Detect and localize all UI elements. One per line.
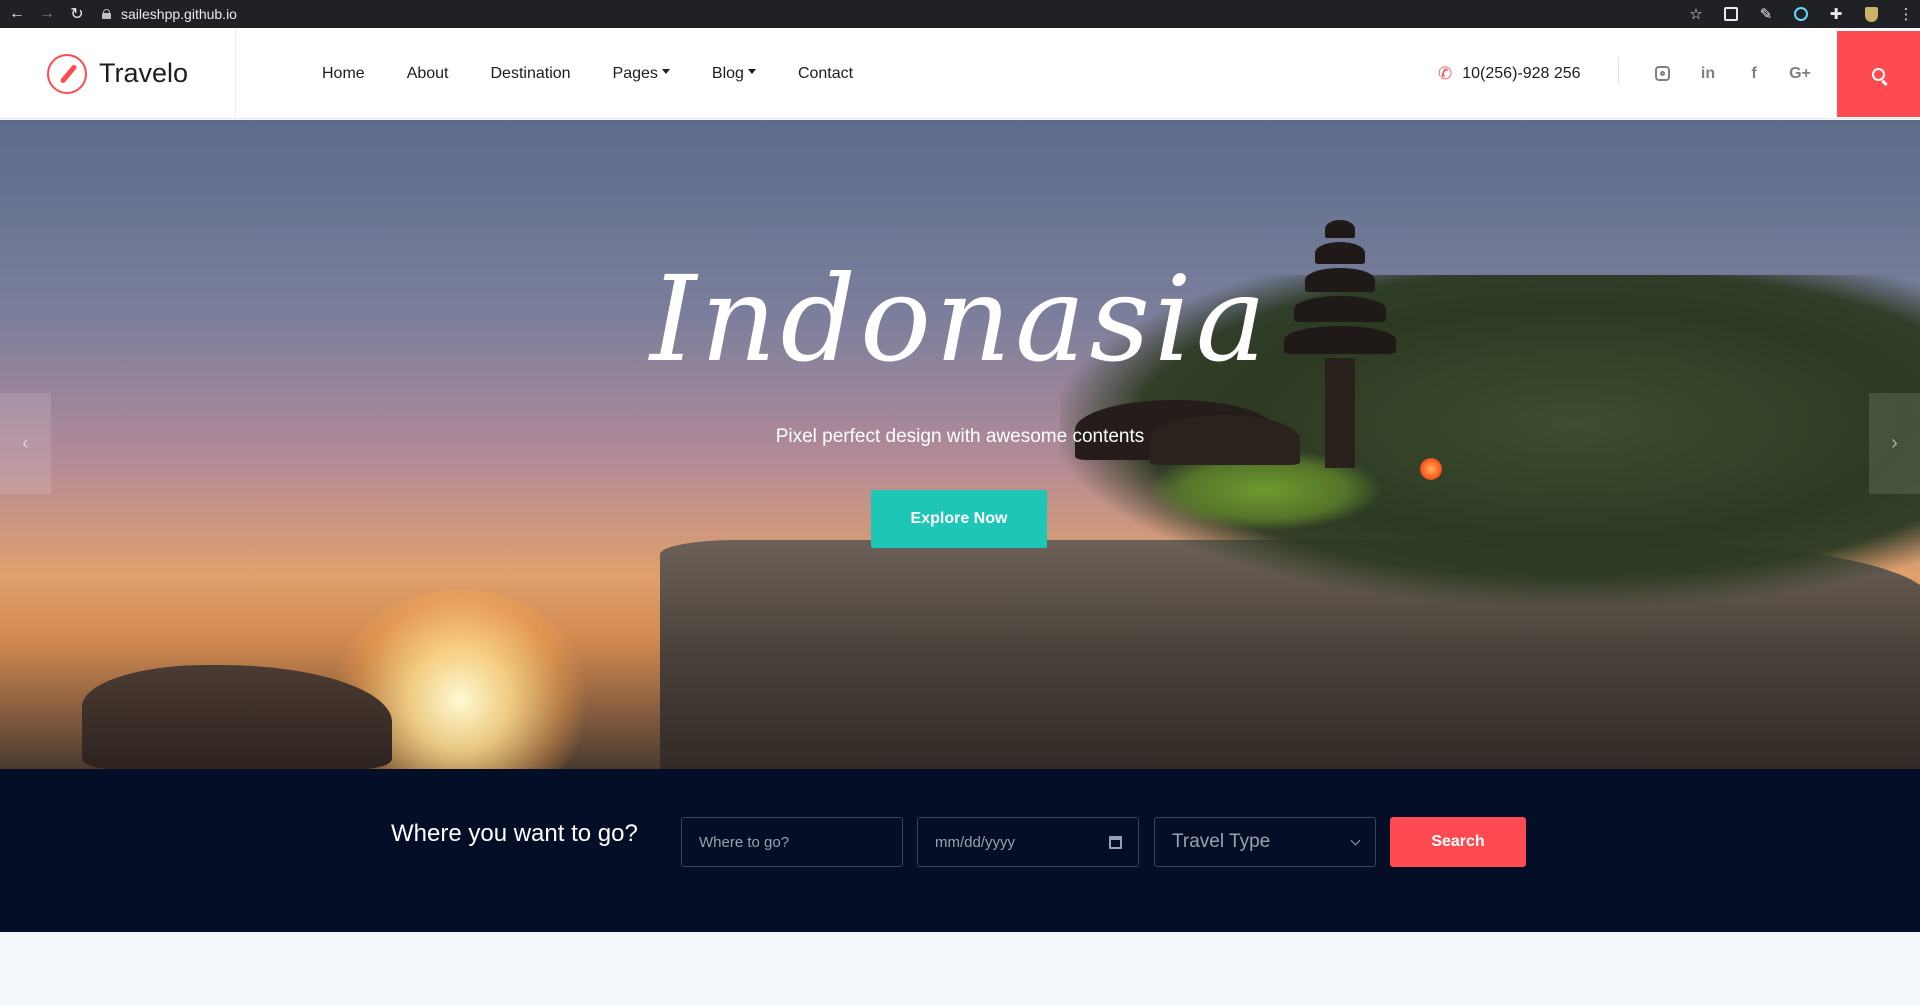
- hero-lamp: [1420, 458, 1442, 480]
- reload-icon[interactable]: ↻: [64, 0, 90, 28]
- nav-blog-label: Blog: [711, 64, 744, 82]
- nav-blog[interactable]: Blog: [712, 65, 756, 83]
- header-divider: [1618, 58, 1619, 84]
- caret-down-icon: [661, 68, 670, 74]
- slider-prev-button[interactable]: ‹: [0, 393, 51, 494]
- phone-icon: ✆: [1438, 63, 1453, 83]
- site-header: Travelo Home About Destination Pages Blo…: [0, 28, 1920, 119]
- hero-subtitle: Pixel perfect design with awesome conten…: [775, 426, 1145, 447]
- qr-extension-icon[interactable]: [1717, 0, 1745, 28]
- logo-text: Travelo: [99, 58, 189, 88]
- chevron-right-icon: ›: [1891, 432, 1898, 454]
- nav-about[interactable]: About: [407, 65, 449, 83]
- forward-icon[interactable]: →: [34, 0, 60, 28]
- instagram-icon[interactable]: [1648, 65, 1676, 83]
- linkedin-icon[interactable]: in: [1694, 65, 1722, 83]
- nav-pages-label: Pages: [612, 64, 658, 82]
- search-button[interactable]: Search: [1390, 817, 1526, 867]
- facebook-icon[interactable]: f: [1740, 65, 1768, 83]
- compass-logo-icon: [47, 53, 87, 94]
- address-bar[interactable]: saileshpp.github.io: [102, 3, 237, 25]
- where-to-placeholder: Where to go?: [699, 833, 790, 851]
- search-strip: Where you want to go? Where to go? mm/dd…: [0, 769, 1920, 932]
- browser-extensions: ☆ ✎ ✚ ⋮: [1675, 0, 1920, 28]
- nav-destination[interactable]: Destination: [491, 65, 571, 83]
- hero-title: Indonasia: [649, 250, 1271, 388]
- chevron-down-icon: [1350, 835, 1361, 845]
- pen-extension-icon[interactable]: ✎: [1752, 0, 1780, 28]
- browser-toolbar: ← → ↻ saileshpp.github.io ☆ ✎ ✚ ⋮: [0, 0, 1920, 28]
- caret-down-icon: [747, 68, 756, 74]
- calendar-icon[interactable]: [1109, 835, 1122, 849]
- bookmark-star-icon[interactable]: ☆: [1682, 0, 1710, 28]
- browser-menu-icon[interactable]: ⋮: [1892, 0, 1920, 28]
- chevron-left-icon: ‹: [22, 432, 29, 454]
- where-to-input[interactable]: Where to go?: [681, 817, 903, 867]
- phone-contact[interactable]: ✆ 10(256)-928 256: [1438, 28, 1581, 119]
- lock-icon: [102, 9, 111, 19]
- hero-slider: Indonasia Pixel perfect design with awes…: [0, 120, 1920, 769]
- back-icon[interactable]: ←: [4, 0, 30, 28]
- slider-next-button[interactable]: ›: [1869, 393, 1920, 494]
- nav-pages[interactable]: Pages: [613, 65, 670, 83]
- travel-type-value: Travel Type: [1172, 831, 1271, 852]
- social-links: in f G+: [1648, 28, 1832, 119]
- react-devtools-icon[interactable]: [1787, 0, 1815, 28]
- phone-number: 10(256)-928 256: [1462, 64, 1581, 82]
- logo[interactable]: Travelo: [0, 28, 236, 119]
- search-heading: Where you want to go?: [391, 820, 638, 847]
- nav-home[interactable]: Home: [322, 65, 365, 83]
- shield-extension-icon[interactable]: [1857, 0, 1885, 28]
- date-placeholder: mm/dd/yyyy: [935, 833, 1016, 851]
- date-input[interactable]: mm/dd/yyyy: [917, 817, 1139, 867]
- nav-contact[interactable]: Contact: [798, 65, 853, 83]
- travel-type-select[interactable]: Travel Type: [1154, 817, 1376, 867]
- explore-now-button[interactable]: Explore Now: [871, 490, 1047, 548]
- google-plus-icon[interactable]: G+: [1786, 65, 1814, 83]
- header-search-button[interactable]: [1837, 31, 1920, 117]
- main-nav: Home About Destination Pages Blog Contac…: [322, 28, 895, 119]
- url-text: saileshpp.github.io: [121, 6, 237, 22]
- extensions-puzzle-icon[interactable]: ✚: [1822, 0, 1850, 28]
- search-icon: [1872, 67, 1885, 81]
